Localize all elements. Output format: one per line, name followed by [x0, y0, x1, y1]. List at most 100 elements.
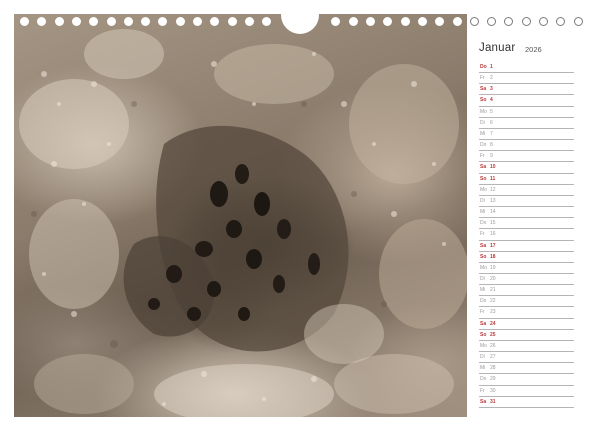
day-row: Fr 23 — [479, 307, 574, 319]
binding-hole — [435, 17, 445, 26]
day-number: 13 — [490, 197, 496, 204]
weekday-label: Di — [480, 354, 485, 361]
weekday-label: Mo — [480, 186, 487, 193]
day-number: 16 — [490, 231, 496, 238]
day-number: 26 — [490, 342, 496, 349]
binding-hole — [123, 17, 133, 26]
month-calendar: Januar 2026 Do 1 Fr 2 Sa 3 So 4 Mo 5 Di 6 Mi 7 Do 8 Fr 9 S… — [479, 40, 574, 408]
binding-hole — [210, 17, 220, 26]
binding-hole — [262, 17, 272, 26]
weekday-label: Di — [480, 275, 485, 282]
day-number: 29 — [490, 376, 496, 383]
day-number: 2 — [490, 75, 493, 82]
weekday-label: Fr — [480, 75, 485, 82]
weekday-label: So — [480, 175, 487, 182]
month-name: Januar — [479, 42, 516, 54]
day-row: Sa 24 — [479, 319, 574, 330]
day-row: So 4 — [479, 95, 574, 107]
day-number: 15 — [490, 220, 496, 227]
binding-hole — [244, 17, 254, 26]
binding-hole — [20, 17, 29, 26]
day-row: Do 8 — [479, 140, 574, 152]
day-row: Di 13 — [479, 196, 574, 208]
binding-hole — [227, 17, 237, 26]
binding-hole — [400, 17, 410, 26]
weekday-label: So — [480, 97, 487, 104]
weekday-label: Do — [480, 142, 487, 149]
weekday-label: Fr — [480, 153, 485, 160]
day-number: 31 — [490, 398, 496, 405]
binding-hole — [348, 17, 358, 26]
weekday-label: Sa — [480, 320, 487, 327]
fossil-coral-photo — [14, 14, 467, 417]
weekday-label: Mo — [480, 264, 487, 271]
day-number: 23 — [490, 309, 496, 316]
binding-hole — [504, 17, 514, 26]
day-number: 6 — [490, 119, 493, 126]
weekday-label: Fr — [480, 387, 485, 394]
day-number: 9 — [490, 153, 493, 160]
weekday-label: Mo — [480, 108, 487, 115]
binding-hole — [366, 17, 375, 26]
day-number: 5 — [490, 108, 493, 115]
day-row: Fr 16 — [479, 229, 574, 241]
day-number: 19 — [490, 264, 496, 271]
day-row: Mo 12 — [479, 185, 574, 196]
day-number: 25 — [490, 331, 496, 338]
weekday-label: Fr — [480, 231, 485, 238]
day-row: Fr 2 — [479, 73, 574, 85]
binding-hole — [141, 17, 151, 26]
day-row: Fr 9 — [479, 151, 574, 163]
day-row: Mi 14 — [479, 207, 574, 219]
binding-hole — [106, 17, 116, 26]
year: 2026 — [525, 45, 542, 54]
weekday-label: Sa — [480, 398, 487, 405]
day-number: 1 — [490, 64, 493, 70]
day-row: Sa 17 — [479, 241, 574, 252]
day-row: Mi 21 — [479, 285, 574, 297]
binding-hole — [383, 17, 393, 26]
day-row: Do 29 — [479, 374, 574, 386]
day-number: 8 — [490, 142, 493, 149]
binding-hole — [89, 17, 99, 26]
day-number: 17 — [490, 242, 496, 249]
day-number: 4 — [490, 97, 493, 104]
weekday-label: Sa — [480, 164, 487, 171]
binding-hole — [556, 17, 566, 26]
day-row: Mo 5 — [479, 107, 574, 118]
calendar-header: Januar 2026 — [479, 40, 574, 62]
weekday-label: Sa — [480, 242, 487, 249]
weekday-label: Do — [480, 220, 487, 227]
weekday-label: So — [480, 253, 487, 260]
day-number: 24 — [490, 320, 496, 327]
day-row: Di 20 — [479, 274, 574, 286]
weekday-label: Mo — [480, 342, 487, 349]
day-row: Sa 10 — [479, 162, 574, 174]
day-number: 7 — [490, 130, 493, 137]
day-number: 28 — [490, 365, 496, 372]
day-number: 12 — [490, 186, 496, 193]
day-row: Mi 7 — [479, 129, 574, 141]
weekday-label: Sa — [480, 86, 487, 93]
binding-hole — [573, 17, 583, 26]
binding-hole — [417, 17, 427, 26]
binding-hole — [175, 17, 185, 26]
day-number: 11 — [490, 175, 496, 182]
day-row: Di 6 — [479, 118, 574, 129]
day-row: Mo 19 — [479, 263, 574, 274]
binding-hole — [71, 17, 81, 26]
binding-hole — [521, 17, 531, 26]
day-row: Mi 28 — [479, 363, 574, 375]
binding-hole — [158, 17, 168, 26]
binding-holes — [14, 17, 586, 29]
day-number: 22 — [490, 298, 496, 305]
binding-hole — [193, 17, 202, 26]
binding-hole — [54, 17, 64, 26]
day-row: Fr 30 — [479, 386, 574, 397]
day-row: Di 27 — [479, 352, 574, 364]
day-row: So 18 — [479, 252, 574, 263]
binding-hole — [469, 17, 479, 26]
weekday-label: Di — [480, 197, 485, 204]
day-number: 10 — [490, 164, 496, 171]
day-row: Sa 31 — [479, 397, 574, 408]
